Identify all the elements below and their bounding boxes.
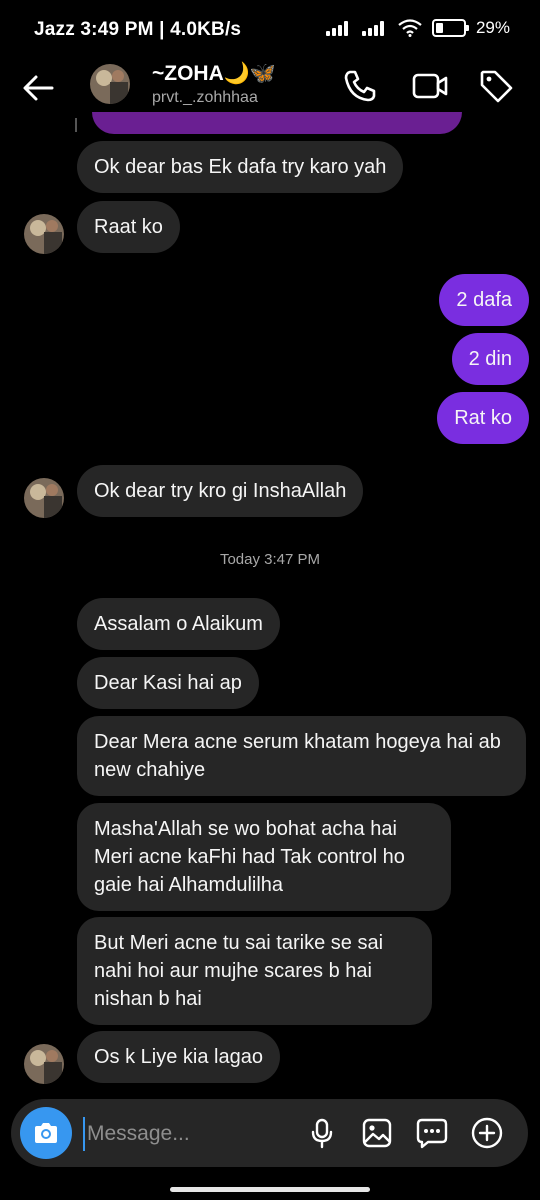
phone-call-icon[interactable]: [340, 66, 380, 106]
incoming-message[interactable]: Dear Mera acne serum khatam hogeya hai a…: [77, 716, 526, 796]
sender-avatar[interactable]: [24, 478, 64, 518]
status-carrier-time: Jazz 3:49 PM | 4.0KB/s: [34, 19, 242, 40]
status-bar: Jazz 3:49 PM | 4.0KB/s 29%: [0, 0, 540, 58]
sender-avatar[interactable]: [24, 1044, 64, 1084]
microphone-icon[interactable]: [304, 1115, 340, 1151]
outgoing-message[interactable]: 2 dafa: [439, 274, 529, 326]
camera-button[interactable]: [20, 1107, 72, 1159]
incoming-message[interactable]: Raat ko: [77, 201, 180, 253]
incoming-message[interactable]: Ok dear try kro gi InshaAllah: [77, 465, 364, 517]
sender-avatar[interactable]: [24, 214, 64, 254]
message-timestamp: Today 3:47 PM: [219, 551, 321, 568]
wifi-icon: [398, 19, 422, 37]
incoming-message[interactable]: Os k Liye kia lagao: [77, 1031, 280, 1083]
outgoing-message[interactable]: Rat ko: [437, 392, 529, 444]
reply-thread-line: [75, 118, 77, 132]
incoming-message[interactable]: Dear Kasi hai ap: [77, 657, 259, 709]
message-input[interactable]: [83, 1117, 299, 1151]
home-indicator[interactable]: [170, 1187, 370, 1192]
battery-icon: [431, 19, 469, 37]
signal-icon: [325, 20, 352, 36]
message-composer: [11, 1099, 528, 1167]
sticker-chat-icon[interactable]: [414, 1115, 450, 1151]
incoming-message[interactable]: Assalam o Alaikum: [77, 598, 280, 650]
contact-username[interactable]: prvt._.zohhhaa: [152, 89, 258, 107]
camera-icon: [35, 1123, 57, 1143]
back-arrow-icon[interactable]: [18, 68, 58, 108]
incoming-message[interactable]: Masha'Allah se wo bohat acha hai Meri ac…: [77, 803, 451, 911]
video-call-icon[interactable]: [410, 66, 450, 106]
add-plus-icon[interactable]: [469, 1115, 505, 1151]
chat-header: ~ZOHA🌙🦋 prvt._.zohhhaa: [0, 58, 540, 116]
tag-icon[interactable]: [476, 66, 516, 106]
battery-percent: 29%: [475, 18, 510, 37]
contact-avatar[interactable]: [90, 64, 130, 104]
contact-name[interactable]: ~ZOHA🌙🦋: [152, 62, 276, 86]
outgoing-message[interactable]: 2 din: [451, 333, 529, 385]
status-icons: 29%: [325, 18, 510, 38]
incoming-message[interactable]: Ok dear bas Ek dafa try karo yah: [77, 141, 404, 193]
incoming-message[interactable]: But Meri acne tu sai tarike se sai nahi …: [77, 917, 432, 1025]
previous-message-bubble: [92, 112, 462, 134]
gallery-icon[interactable]: [359, 1115, 395, 1151]
signal-icon: [361, 20, 388, 36]
